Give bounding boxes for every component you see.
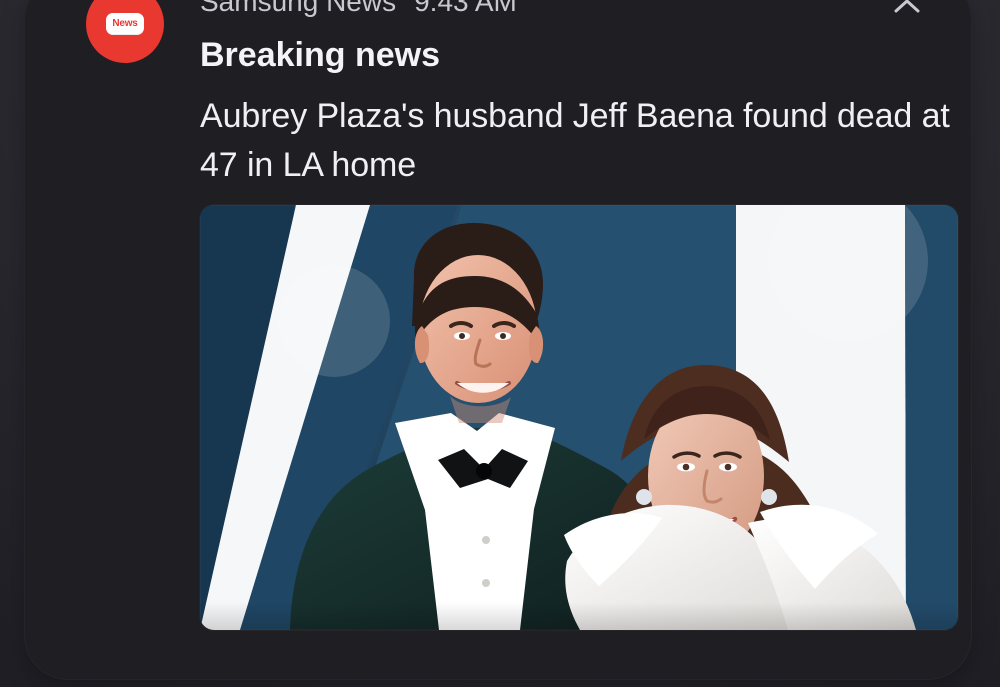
notification-time: 9:43 AM xyxy=(414,0,517,17)
news-icon: News xyxy=(86,0,164,63)
notification-screen: News Samsung News 9:43 AM Breaking news … xyxy=(0,0,1000,687)
app-name: Samsung News xyxy=(200,0,397,17)
notification-body: Aubrey Plaza's husband Jeff Baena found … xyxy=(200,97,950,184)
news-icon-label: News xyxy=(106,13,144,35)
notification-header: Samsung News 9:43 AM xyxy=(200,0,517,19)
collapse-button[interactable] xyxy=(886,0,928,24)
chevron-up-icon xyxy=(894,0,920,13)
news-photo-artwork xyxy=(200,205,958,630)
news-photo[interactable] xyxy=(200,205,958,630)
notification-title: Breaking news xyxy=(200,36,440,74)
notification-card[interactable]: News Samsung News 9:43 AM Breaking news … xyxy=(24,0,972,680)
